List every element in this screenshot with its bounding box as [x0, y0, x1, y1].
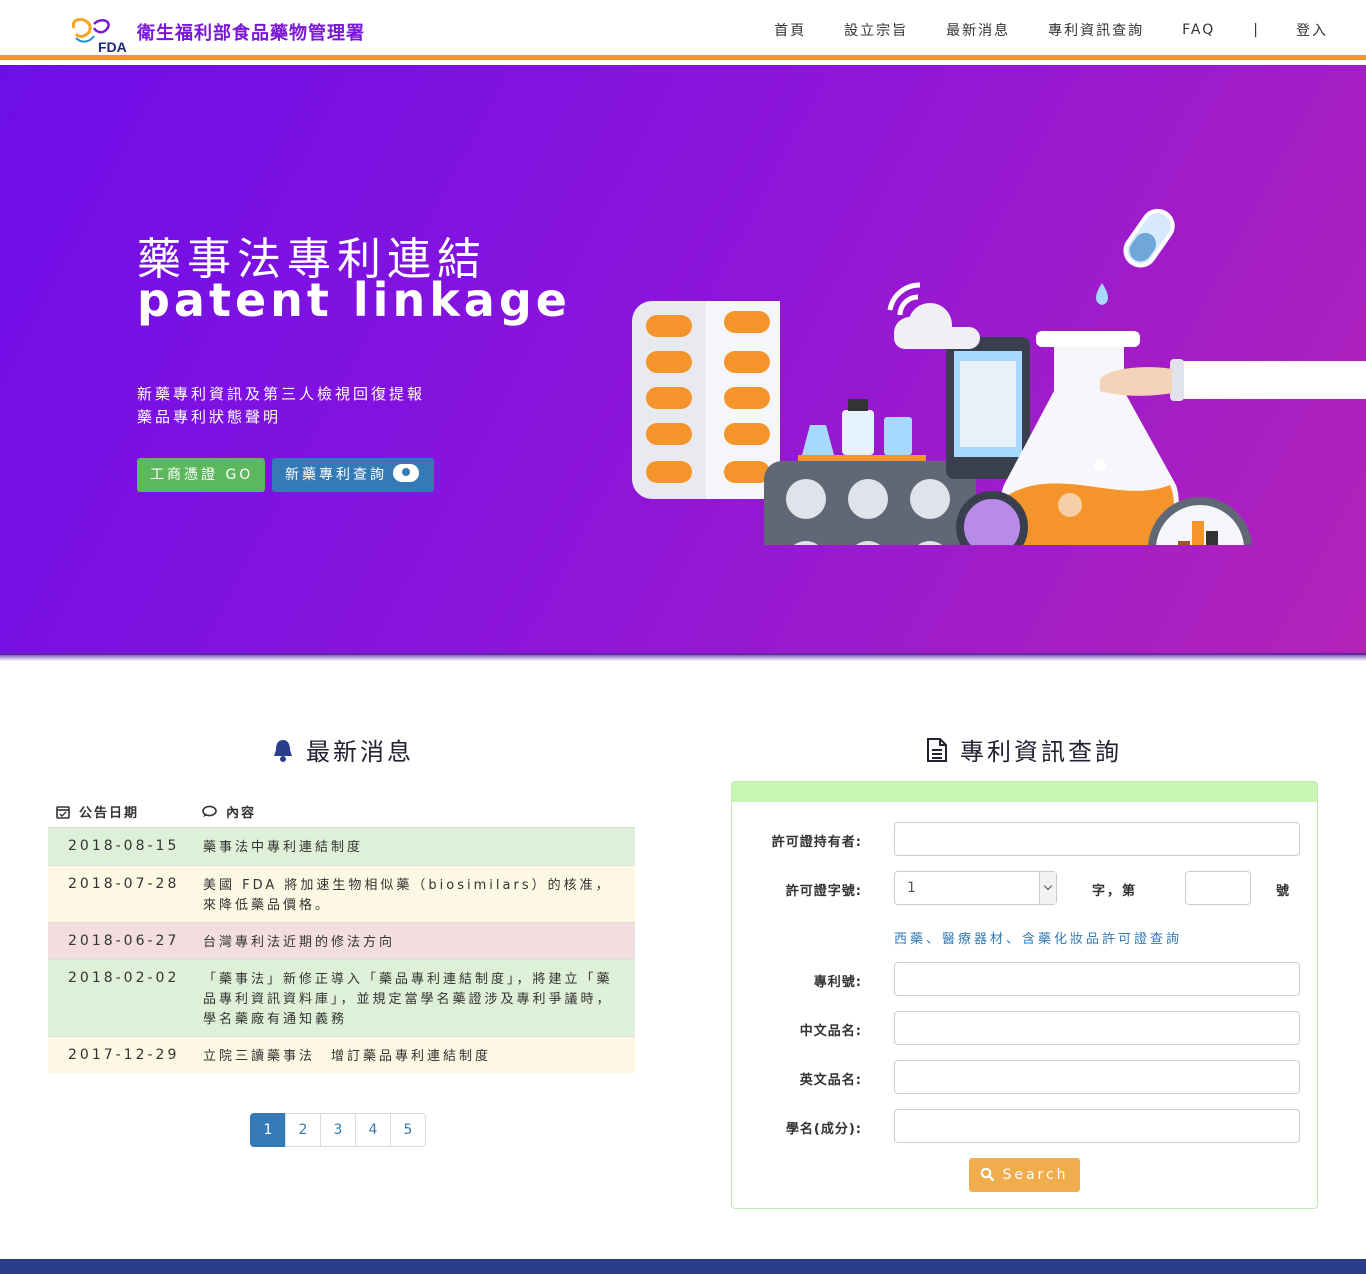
new-drug-patent-query-button[interactable]: 新藥專利查詢 — [272, 458, 434, 492]
chinese-name-label: 中文品名: — [799, 1024, 862, 1039]
news-col-content: 內容 — [202, 802, 256, 821]
patent-query-panel: 許可證持有者: 許可證字號: 1 字，第 號 西藥、醫療器材、含藥化妝品許可證查… — [731, 781, 1318, 1209]
query-title-text: 專利資訊查詢 — [960, 738, 1122, 766]
news-title-text: 最新消息 — [306, 738, 414, 766]
page-link-2[interactable]: 2 — [285, 1113, 321, 1147]
top-navbar: FDA 衛生福利部食品藥物管理署 首頁 設立宗旨 最新消息 專利資訊查詢 FAQ… — [0, 0, 1366, 60]
page-link-5[interactable]: 5 — [390, 1113, 426, 1147]
arrow-circle-icon — [393, 464, 419, 482]
news-date: 2018-08-15 — [68, 838, 180, 854]
news-table-header: 公告日期 內容 — [48, 798, 635, 826]
news-col-content-label: 內容 — [226, 806, 257, 821]
search-button-label: Search — [1002, 1167, 1069, 1183]
license-lookup-link[interactable]: 西藥、醫療器材、含藥化妝品許可證查詢 — [894, 928, 1182, 947]
nav-home[interactable]: 首頁 — [774, 20, 806, 40]
news-text[interactable]: 藥事法中專利連結制度 — [203, 838, 623, 858]
news-row[interactable]: 2018-07-28 美國 FDA 將加速生物相似藥（biosimilars）的… — [48, 865, 635, 922]
page-link-3[interactable]: 3 — [320, 1113, 356, 1147]
english-name-input[interactable] — [894, 1060, 1300, 1094]
logo-text: FDA — [98, 39, 127, 54]
ingredient-label: 學名(成分): — [785, 1122, 862, 1137]
license-type-select[interactable]: 1 — [894, 871, 1057, 905]
news-date: 2018-06-27 — [68, 933, 180, 949]
nav-news[interactable]: 最新消息 — [946, 20, 1010, 40]
search-icon — [981, 1167, 995, 1182]
license-mid-text: 字，第 — [1092, 884, 1138, 899]
nav-patent-query[interactable]: 專利資訊查詢 — [1048, 20, 1144, 40]
page-link-4[interactable]: 4 — [355, 1113, 391, 1147]
news-col-date-label: 公告日期 — [79, 806, 140, 821]
business-cert-go-button[interactable]: 工商憑證 GO — [137, 458, 265, 492]
license-holder-input[interactable] — [894, 822, 1300, 856]
page-link-1[interactable]: 1 — [250, 1113, 286, 1147]
main-nav: 首頁 設立宗旨 最新消息 專利資訊查詢 FAQ | 登入 — [736, 20, 1328, 40]
license-holder-label: 許可證持有者: — [771, 835, 862, 850]
hero-bottom-shadow — [0, 653, 1366, 661]
license-end-text: 號 — [1276, 884, 1292, 899]
hero-subtitle: patent linkage — [137, 273, 571, 327]
license-number-input[interactable] — [1185, 871, 1251, 905]
footer-bar — [0, 1259, 1366, 1274]
news-pagination: 1 2 3 4 5 — [250, 1113, 426, 1147]
comments-icon — [202, 805, 217, 817]
hero-banner: 藥事法專利連結 patent linkage 新藥專利資訊及第三人檢視回復提報 … — [0, 65, 1366, 655]
news-section-title: 最新消息 — [272, 732, 414, 767]
patent-number-input[interactable] — [894, 962, 1300, 996]
nav-faq[interactable]: FAQ — [1182, 22, 1215, 38]
news-date: 2018-07-28 — [68, 876, 180, 892]
panel-heading — [732, 782, 1317, 802]
calendar-icon — [56, 805, 70, 819]
news-text[interactable]: 立院三讀藥事法 增訂藥品專利連結制度 — [203, 1047, 623, 1067]
news-row[interactable]: 2017-12-29 立院三讀藥事法 增訂藥品專利連結制度 — [48, 1036, 635, 1073]
nav-purpose[interactable]: 設立宗旨 — [844, 20, 908, 40]
nav-separator: | — [1253, 22, 1258, 38]
bell-icon — [274, 739, 292, 762]
query-section-title: 專利資訊查詢 — [926, 732, 1122, 767]
new-drug-patent-query-label: 新藥專利查詢 — [285, 467, 387, 483]
news-text[interactable]: 「藥事法」新修正導入「藥品專利連結制度」，將建立「藥品專利資訊資料庫」，並規定當… — [203, 970, 623, 1030]
patent-number-label: 專利號: — [813, 975, 862, 990]
news-date: 2018-02-02 — [68, 970, 180, 986]
news-text[interactable]: 台灣專利法近期的修法方向 — [203, 933, 623, 953]
license-number-label: 許可證字號: — [785, 884, 862, 899]
fda-logo-icon[interactable]: FDA — [68, 14, 130, 54]
news-row[interactable]: 2018-06-27 台灣專利法近期的修法方向 — [48, 922, 635, 959]
license-type-value: 1 — [907, 880, 916, 896]
english-name-label: 英文品名: — [799, 1073, 862, 1088]
ingredient-input[interactable] — [894, 1109, 1300, 1143]
lab-illustration-icon — [632, 208, 1366, 545]
nav-login[interactable]: 登入 — [1296, 20, 1328, 40]
site-title[interactable]: 衛生福利部食品藥物管理署 — [137, 19, 365, 45]
news-date: 2017-12-29 — [68, 1047, 180, 1063]
news-text[interactable]: 美國 FDA 將加速生物相似藥（biosimilars）的核准，來降低藥品價格。 — [203, 876, 623, 916]
search-button[interactable]: Search — [969, 1158, 1080, 1192]
chevron-down-icon — [1039, 872, 1056, 904]
news-row[interactable]: 2018-02-02 「藥事法」新修正導入「藥品專利連結制度」，將建立「藥品專利… — [48, 959, 635, 1036]
news-col-date: 公告日期 — [56, 802, 139, 821]
chinese-name-input[interactable] — [894, 1011, 1300, 1045]
document-icon — [927, 737, 947, 762]
news-row[interactable]: 2018-08-15 藥事法中專利連結制度 — [48, 827, 635, 865]
hero-description: 新藥專利資訊及第三人檢視回復提報 藥品專利狀態聲明 — [137, 383, 425, 429]
hero-desc-line2: 藥品專利狀態聲明 — [137, 408, 282, 426]
hero-desc-line1: 新藥專利資訊及第三人檢視回復提報 — [137, 385, 426, 403]
